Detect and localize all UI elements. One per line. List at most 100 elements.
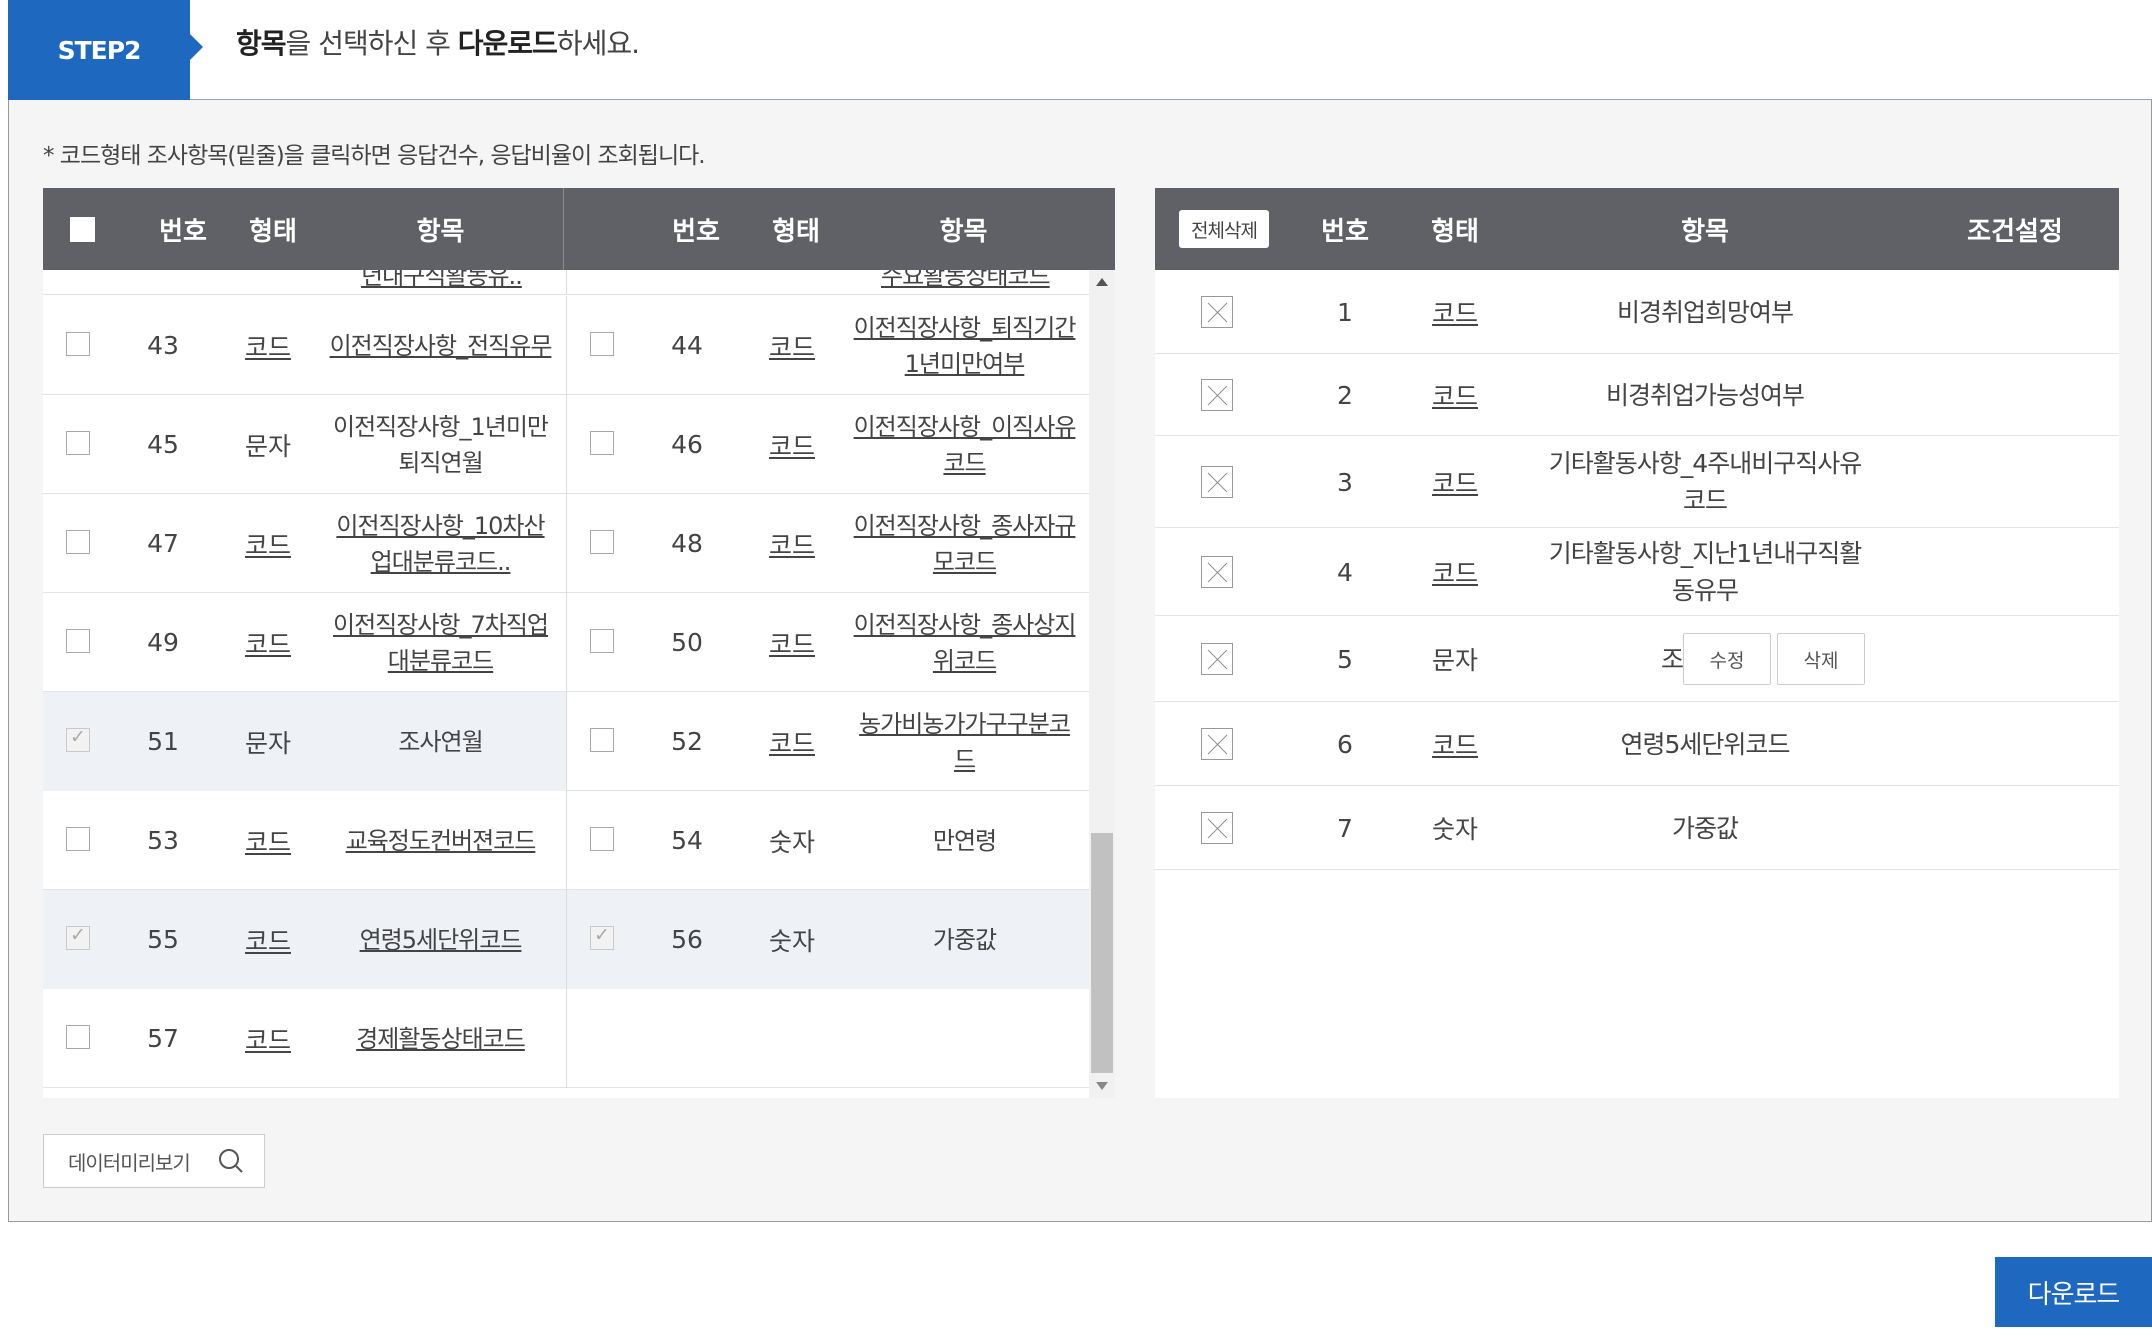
item-cell-left: 55 코드 연령5세단위코드 — [43, 890, 566, 989]
item-type[interactable]: 코드 — [757, 296, 827, 395]
item-number: 51 — [147, 727, 179, 756]
item-number: 46 — [671, 430, 703, 459]
item-link[interactable]: 년대구직활동유.. — [361, 270, 523, 291]
selected-item-type[interactable]: 코드 — [1415, 702, 1495, 786]
selected-item-name[interactable]: 기타활동사항_4주내비구직사유 코드 — [1525, 436, 1885, 528]
step-title-text2: 하세요. — [556, 27, 640, 60]
selected-item-name[interactable]: 기타활동사항_지난1년내구직활 동유무 — [1525, 528, 1885, 616]
item-cell-right: 48 코드 이전직장사항_종사자규모코드 — [566, 494, 1089, 593]
item-type[interactable]: 코드 — [233, 890, 303, 989]
item-checkbox[interactable] — [590, 629, 614, 653]
item-name[interactable]: 이전직장사항_퇴직기간1년미만여부 — [852, 296, 1077, 395]
item-cell-left: 45 문자 이전직장사항_1년미만퇴직연월 — [43, 395, 566, 494]
item-checkbox[interactable] — [66, 726, 90, 752]
item-type[interactable]: 코드 — [233, 989, 303, 1088]
item-cell-right: 44 코드 이전직장사항_퇴직기간1년미만여부 — [566, 296, 1089, 395]
item-link[interactable]: 주요활동상태코드 — [881, 270, 1051, 291]
selected-item-type: 문자 — [1431, 646, 1478, 675]
item-name[interactable]: 이전직장사항_종사자규모코드 — [852, 494, 1077, 593]
item-name[interactable]: 이전직장사항_전직유무 — [328, 296, 553, 395]
delete-button[interactable]: 삭제 — [1777, 633, 1865, 685]
item-name[interactable]: 연령5세단위코드 — [328, 890, 553, 989]
table-row: 43 코드 이전직장사항_전직유무 44 코드 이전직장사항_퇴직기간1년미만여부 — [43, 296, 1089, 395]
item-checkbox[interactable] — [590, 530, 614, 554]
remove-item-icon[interactable] — [1201, 466, 1233, 498]
table-row: 51 문자 조사연월 52 코드 농가비농가가구구분코드 — [43, 692, 1089, 791]
item-name[interactable]: 이전직장사항_종사상지위코드 — [852, 593, 1077, 692]
item-checkbox[interactable] — [66, 332, 90, 356]
data-preview-label: 데이터미리보기 — [68, 1150, 191, 1175]
selected-item-type[interactable]: 코드 — [1415, 436, 1495, 528]
column-divider — [566, 270, 567, 294]
item-checkbox[interactable] — [66, 629, 90, 653]
step-title: 항목을 선택하신 후 다운로드하세요. — [236, 22, 640, 62]
item-name[interactable]: 교육정도컨버젼코드 — [328, 791, 553, 890]
item-checkbox[interactable] — [590, 332, 614, 356]
scroll-up-icon[interactable] — [1096, 278, 1108, 286]
item-type[interactable]: 코드 — [233, 296, 303, 395]
selected-row: 7 숫자 가중값 — [1155, 786, 2119, 870]
item-cell-right: 52 코드 농가비농가가구구분코드 — [566, 692, 1089, 791]
selected-item-number: 3 — [1337, 467, 1353, 497]
selected-item-line1: 기타활동사항_4주내비구직사유 — [1548, 449, 1862, 478]
item-type[interactable]: 코드 — [757, 395, 827, 494]
header-num-left: 번호 — [159, 216, 207, 247]
item-checkbox[interactable] — [66, 827, 90, 851]
item-cell-left: 43 코드 이전직장사항_전직유무 — [43, 296, 566, 395]
edit-button[interactable]: 수정 — [1683, 633, 1771, 685]
scroll-thumb[interactable] — [1091, 833, 1113, 1073]
header-type: 형태 — [1431, 216, 1479, 247]
remove-item-icon[interactable] — [1201, 812, 1233, 844]
item-type[interactable]: 코드 — [757, 593, 827, 692]
table-row: 53 코드 교육정도컨버젼코드 54 숫자 만연령 — [43, 791, 1089, 890]
list-scrollbar[interactable] — [1089, 270, 1115, 1098]
selected-item-name: 비경취업가능성여부 — [1605, 380, 1805, 410]
delete-all-button[interactable]: 전체삭제 — [1179, 210, 1269, 248]
item-checkbox[interactable] — [590, 827, 614, 851]
selected-item-type[interactable]: 코드 — [1415, 270, 1495, 354]
item-number: 55 — [147, 925, 179, 954]
item-name[interactable]: 경제활동상태코드 — [328, 989, 553, 1088]
selected-item-type[interactable]: 코드 — [1415, 354, 1495, 436]
selected-row: 4 코드 기타활동사항_지난1년내구직활 동유무 — [1155, 528, 2119, 616]
select-all-checkbox[interactable] — [70, 217, 95, 242]
item-name: 이전직장사항_1년미만퇴직연월 — [333, 412, 549, 477]
header-num: 번호 — [1321, 216, 1369, 247]
remove-item-icon[interactable] — [1201, 643, 1233, 675]
remove-item-icon[interactable] — [1201, 556, 1233, 588]
item-checkbox[interactable] — [66, 431, 90, 455]
item-type[interactable]: 코드 — [233, 494, 303, 593]
item-type[interactable]: 코드 — [233, 593, 303, 692]
item-name[interactable]: 이전직장사항_이직사유코드 — [852, 395, 1077, 494]
item-type[interactable]: 코드 — [757, 692, 827, 791]
item-checkbox[interactable] — [66, 924, 90, 950]
remove-item-icon[interactable] — [1201, 728, 1233, 760]
item-checkbox[interactable] — [590, 728, 614, 752]
item-name[interactable]: 농가비농가가구구분코드 — [852, 692, 1077, 791]
data-preview-button[interactable]: 데이터미리보기 — [43, 1134, 265, 1188]
header-condition: 조건설정 — [1967, 216, 2063, 247]
item-cell-left: 47 코드 이전직장사항_10차산업대분류코드.. — [43, 494, 566, 593]
item-checkbox[interactable] — [66, 530, 90, 554]
item-type: 문자 — [244, 728, 291, 758]
selected-item-line1: 기타활동사항_지난1년내구직활 — [1548, 539, 1862, 568]
item-type[interactable]: 코드 — [233, 791, 303, 890]
item-checkbox[interactable] — [590, 431, 614, 455]
item-checkbox[interactable] — [66, 1025, 90, 1049]
header-divider — [563, 188, 564, 270]
item-name[interactable]: 이전직장사항_10차산업대분류코드.. — [328, 494, 553, 593]
item-name[interactable]: 이전직장사항_7차직업대분류코드 — [328, 593, 553, 692]
selected-item-number: 2 — [1337, 380, 1353, 410]
item-checkbox[interactable] — [590, 924, 614, 950]
remove-item-icon[interactable] — [1201, 296, 1233, 328]
download-button[interactable]: 다운로드 — [1995, 1257, 2152, 1327]
item-number: 54 — [671, 826, 703, 855]
selected-row: 6 코드 연령5세단위코드 — [1155, 702, 2119, 786]
item-type[interactable]: 코드 — [757, 494, 827, 593]
selected-item-type[interactable]: 코드 — [1415, 528, 1495, 616]
scroll-down-icon[interactable] — [1096, 1082, 1108, 1090]
table-row: 55 코드 연령5세단위코드 56 숫자 가중값 — [43, 890, 1089, 989]
item-number: 50 — [671, 628, 703, 657]
remove-item-icon[interactable] — [1201, 379, 1233, 411]
item-number: 49 — [147, 628, 179, 657]
